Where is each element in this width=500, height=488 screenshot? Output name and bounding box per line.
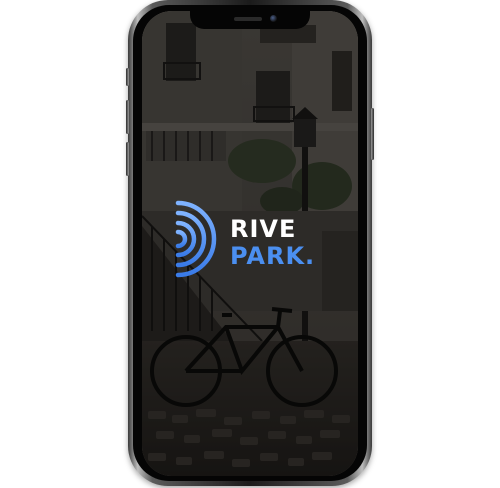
volume-up-button xyxy=(126,100,129,134)
splash-screen: RIVE PARK. xyxy=(142,11,358,476)
brand-word-park: PARK. xyxy=(230,242,316,270)
notch xyxy=(190,11,310,29)
front-camera xyxy=(270,15,277,22)
speaker-grille xyxy=(234,17,262,21)
phone-mockup: RIVE PARK. xyxy=(126,0,374,486)
brand-word-rive: RIVE xyxy=(230,215,297,243)
volume-down-button xyxy=(126,142,129,176)
signal-waves-icon xyxy=(175,200,217,278)
brand-name: RIVE PARK. xyxy=(230,217,315,268)
power-button xyxy=(371,108,374,160)
silent-switch xyxy=(126,68,129,86)
app-logo: RIVE PARK. xyxy=(174,197,334,281)
